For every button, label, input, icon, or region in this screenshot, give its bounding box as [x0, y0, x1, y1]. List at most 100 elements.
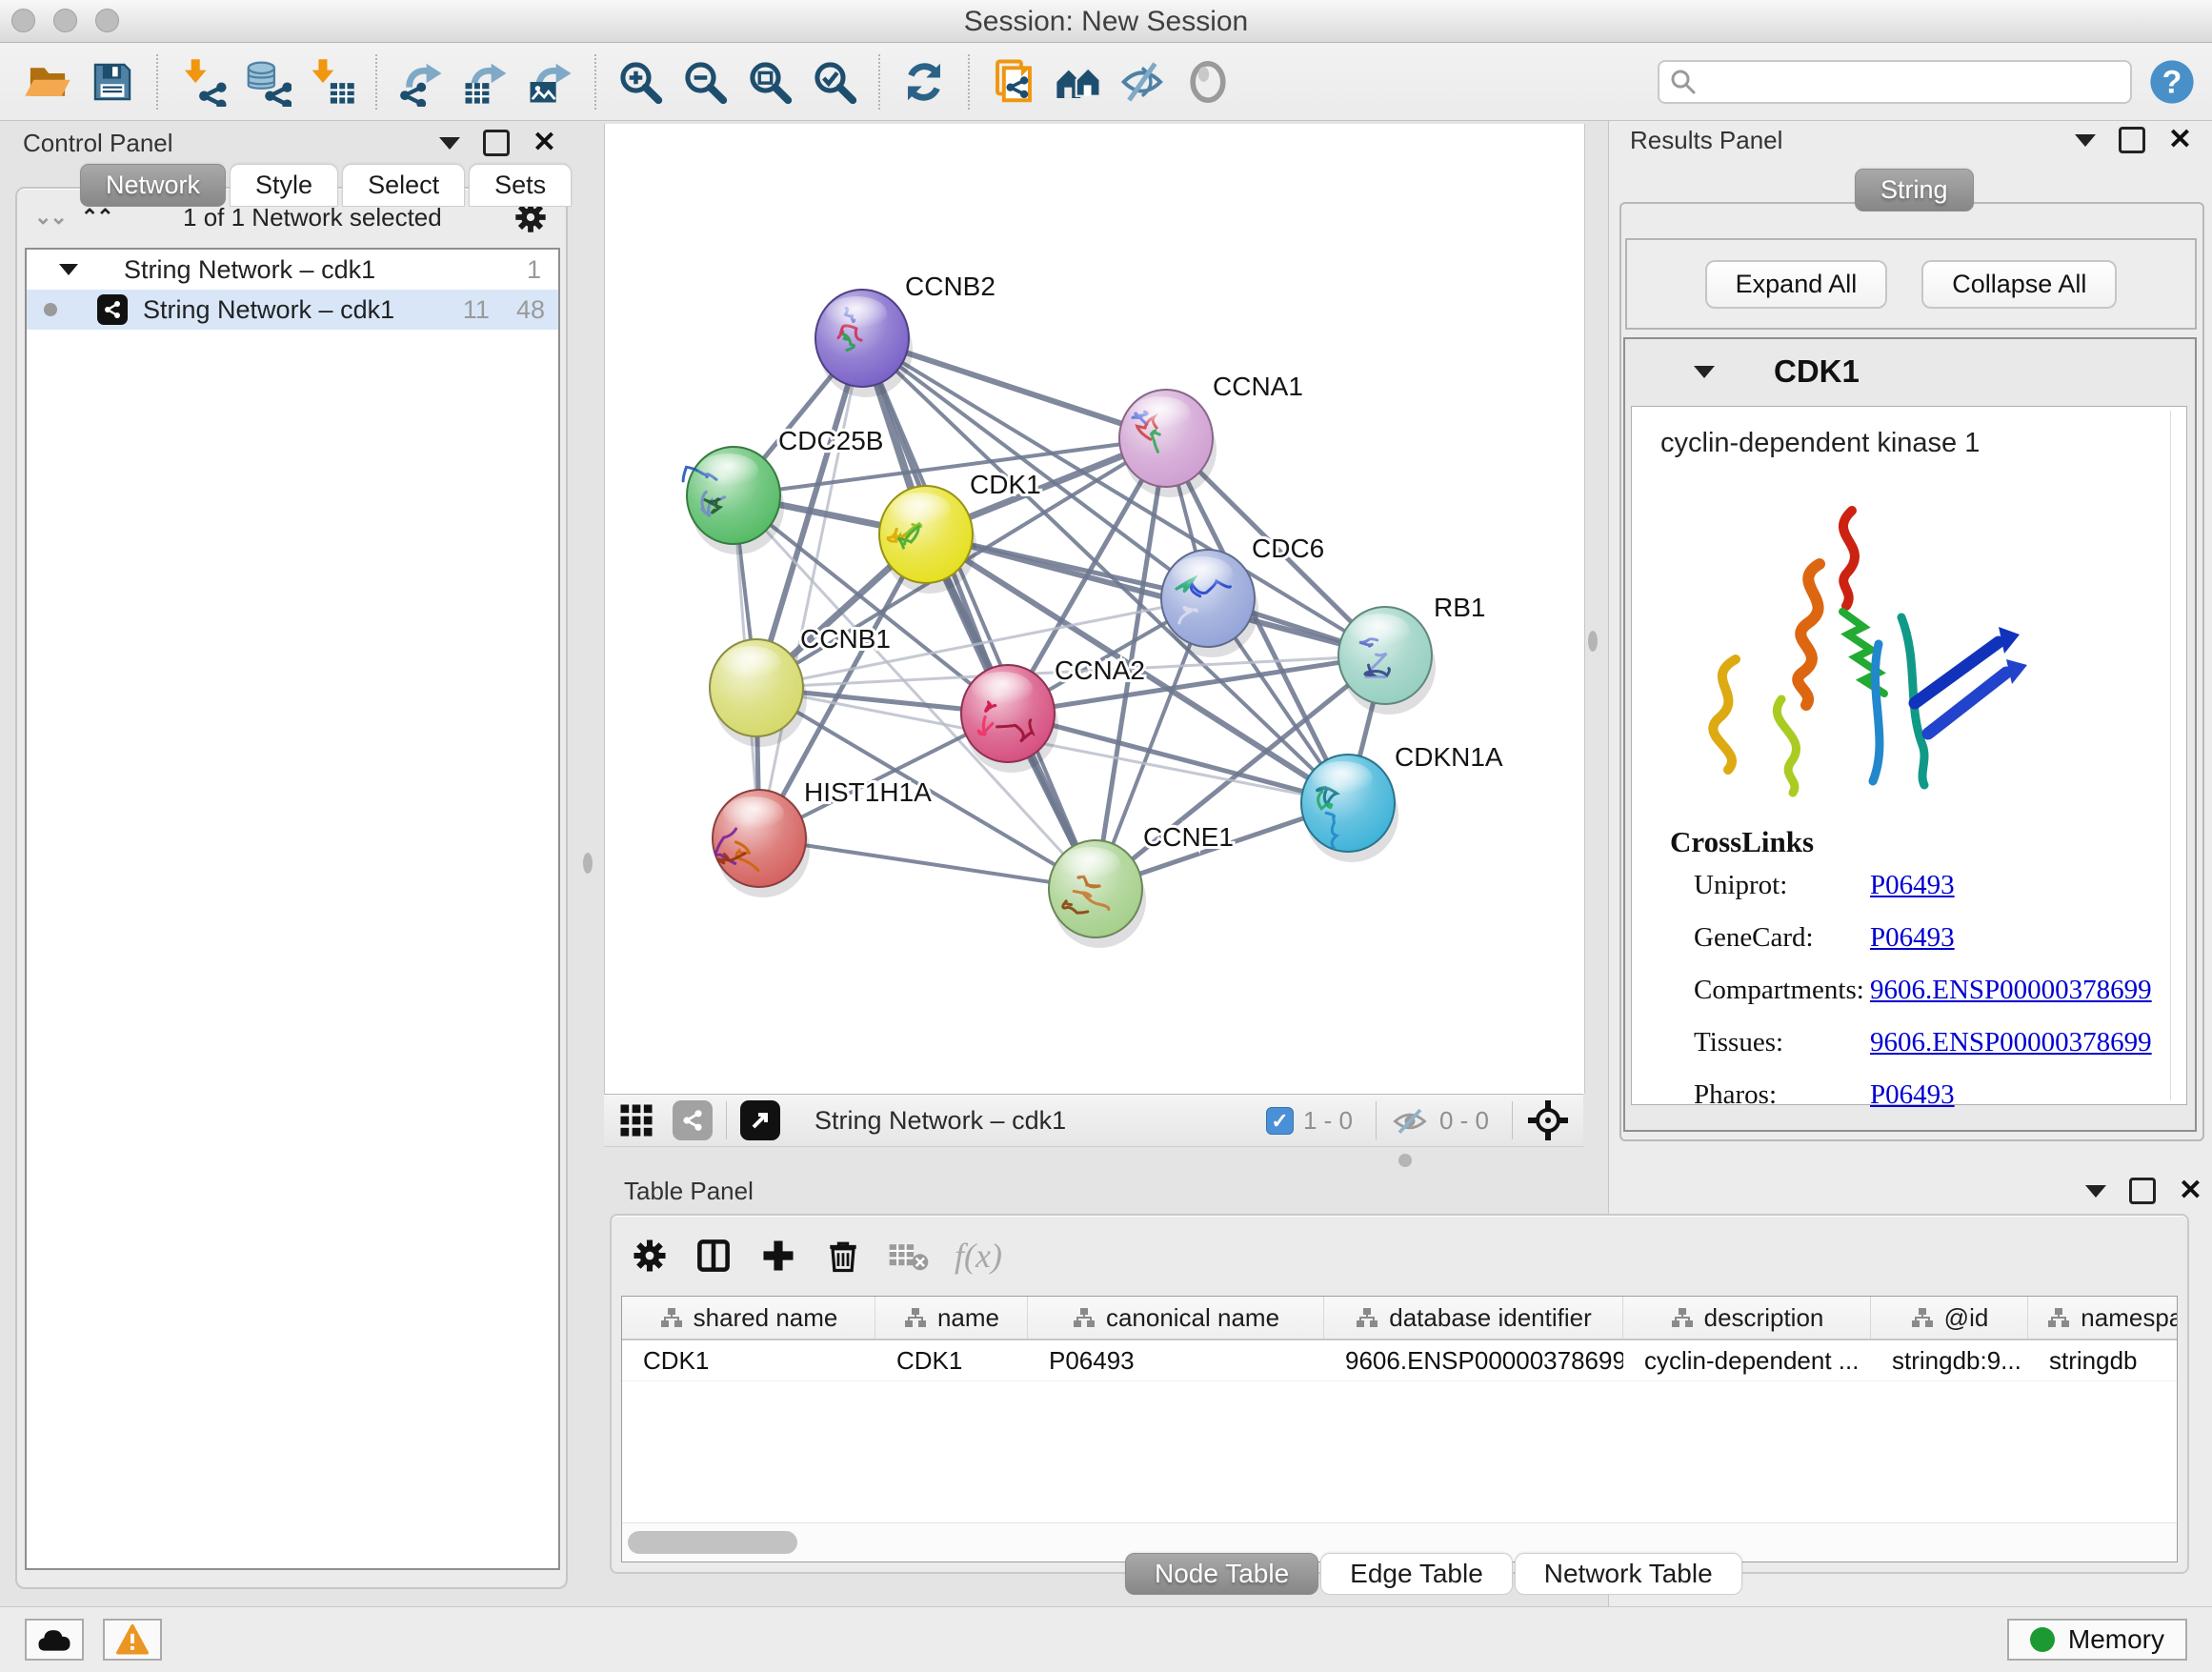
column-header-shared-name[interactable]: shared name: [622, 1297, 875, 1339]
string-network-icon: [97, 294, 128, 325]
crosslink-link[interactable]: 9606.ENSP00000378699: [1870, 1027, 2152, 1058]
network-canvas[interactable]: CCNB2CCNA1CDC25BCDK1CDC6RB1CCNB1CCNA2CDK…: [604, 124, 1585, 1094]
network-node-CDK1[interactable]: [879, 486, 976, 594]
column-label: name: [937, 1303, 999, 1333]
crosslink-link[interactable]: P06493: [1870, 870, 1955, 901]
hide-graphics-details-icon[interactable]: [1117, 56, 1169, 108]
results-scrollbar[interactable]: [2170, 411, 2182, 1100]
expand-all-button[interactable]: Expand All: [1705, 260, 1888, 309]
panel-menu-icon[interactable]: [439, 137, 460, 150]
column-header-name[interactable]: name: [875, 1297, 1028, 1339]
import-network-from-database-icon[interactable]: [241, 56, 292, 108]
results-menu-icon[interactable]: [2075, 134, 2096, 147]
column-header-database-identifier[interactable]: database identifier: [1324, 1297, 1623, 1339]
grid-view-icon[interactable]: [617, 1101, 655, 1139]
scrollbar-thumb[interactable]: [628, 1531, 797, 1554]
gene-collapse-icon[interactable]: [1694, 366, 1715, 378]
tab-network[interactable]: Network: [80, 164, 226, 207]
tab-edge-table[interactable]: Edge Table: [1320, 1553, 1513, 1595]
save-session-icon[interactable]: [87, 56, 138, 108]
birdseye-view-icon[interactable]: [1526, 1098, 1570, 1142]
tab-string[interactable]: String: [1855, 169, 1974, 212]
export-network-icon[interactable]: [395, 56, 447, 108]
export-table-icon[interactable]: [460, 56, 512, 108]
collapse-all-button[interactable]: Collapse All: [1921, 260, 2117, 309]
selected-checkbox-icon[interactable]: ✓: [1266, 1107, 1294, 1135]
import-network-icon[interactable]: [176, 56, 228, 108]
hidden-eye-icon[interactable]: [1390, 1100, 1430, 1140]
network-node-CCNA2[interactable]: [961, 665, 1058, 773]
column-header-description[interactable]: description: [1623, 1297, 1871, 1339]
network-node-RB1[interactable]: [1338, 607, 1436, 715]
function-builder-icon[interactable]: f(x): [955, 1236, 1002, 1276]
crosslink-link[interactable]: P06493: [1870, 1079, 1955, 1111]
node-label-CCNA1: CCNA1: [1213, 372, 1303, 401]
show-home-icon[interactable]: [1053, 56, 1104, 108]
help-button[interactable]: ?: [2147, 57, 2197, 107]
crosslink-link[interactable]: P06493: [1870, 922, 1955, 954]
zoom-selected-icon[interactable]: [809, 56, 860, 108]
network-row[interactable]: String Network – cdk1 11 48: [27, 290, 558, 330]
network-panel: ⌄⌄ ⌃⌃ 1 of 1 Network selected String Net…: [15, 187, 568, 1589]
bottom-splitter-handle[interactable]: [1398, 1154, 1412, 1167]
network-edge[interactable]: [759, 338, 862, 838]
fit-content-icon[interactable]: [744, 56, 795, 108]
node-label-CDC25B: CDC25B: [778, 426, 883, 455]
open-session-icon[interactable]: [22, 56, 73, 108]
network-node-CDC25B[interactable]: [683, 447, 784, 554]
float-panel-icon[interactable]: [483, 130, 510, 156]
tab-sets[interactable]: Sets: [469, 164, 572, 207]
collection-expand-icon[interactable]: [59, 264, 78, 275]
tab-select[interactable]: Select: [342, 164, 465, 207]
tab-node-table[interactable]: Node Table: [1125, 1553, 1318, 1595]
gene-section-header[interactable]: CDK1: [1625, 339, 2195, 404]
control-panel: Control Panel ✕ NetworkStyleSelectSets ⌄…: [10, 126, 570, 1595]
search-box[interactable]: [1658, 60, 2132, 104]
show-graphics-details-icon[interactable]: [1182, 56, 1234, 108]
network-node-CCNE1[interactable]: [1049, 840, 1146, 948]
table-panel-header: Table Panel ✕: [616, 1170, 2212, 1212]
collapse-all-icon[interactable]: ⌄⌄: [34, 205, 66, 230]
column-header-namespace[interactable]: namespace: [2028, 1297, 2178, 1339]
collection-label: String Network – cdk1: [124, 255, 375, 285]
expand-all-icon[interactable]: ⌃⌃: [81, 205, 112, 230]
network-node-CCNA1[interactable]: [1119, 390, 1217, 497]
network-node-CDC6[interactable]: [1161, 550, 1258, 657]
close-panel-icon[interactable]: ✕: [533, 132, 556, 153]
show-column-icon[interactable]: [694, 1236, 734, 1276]
string-view-icon[interactable]: [673, 1100, 713, 1140]
network-node-HIST1H1A[interactable]: [713, 790, 810, 897]
results-close-icon[interactable]: ✕: [2168, 130, 2192, 151]
table-close-icon[interactable]: ✕: [2179, 1180, 2202, 1201]
network-edge[interactable]: [759, 838, 1096, 889]
column-header-canonical-name[interactable]: canonical name: [1028, 1297, 1324, 1339]
tab-style[interactable]: Style: [230, 164, 338, 207]
import-table-icon[interactable]: [306, 56, 357, 108]
zoom-in-icon[interactable]: [614, 56, 666, 108]
results-float-icon[interactable]: [2119, 127, 2145, 153]
memory-button[interactable]: Memory: [2007, 1619, 2187, 1661]
detach-view-icon[interactable]: [740, 1100, 780, 1140]
crosslink-link[interactable]: 9606.ENSP00000378699: [1870, 975, 2152, 1006]
left-splitter-handle[interactable]: [583, 853, 593, 874]
refresh-view-icon[interactable]: [898, 56, 950, 108]
delete-table-icon[interactable]: [888, 1239, 930, 1272]
network-node-CDKN1A[interactable]: [1301, 755, 1398, 862]
cloud-button[interactable]: [25, 1619, 84, 1661]
export-image-icon[interactable]: [525, 56, 576, 108]
table-gear-icon[interactable]: [631, 1237, 669, 1275]
new-network-from-selection-icon[interactable]: [988, 56, 1039, 108]
search-input[interactable]: [1698, 66, 2121, 97]
warning-button[interactable]: [103, 1619, 162, 1661]
right-splitter-handle[interactable]: [1588, 631, 1598, 652]
create-column-icon[interactable]: [758, 1236, 798, 1276]
column-header-at-id[interactable]: @id: [1871, 1297, 2028, 1339]
network-node-CCNB1[interactable]: [710, 639, 807, 747]
delete-column-icon[interactable]: [823, 1236, 863, 1276]
network-collection-row[interactable]: String Network – cdk1 1: [27, 250, 558, 290]
tab-network-table[interactable]: Network Table: [1515, 1553, 1742, 1595]
table-row[interactable]: CDK1CDK1P064939606.ENSP00000378699cyclin…: [622, 1340, 2177, 1381]
table-menu-icon[interactable]: [2085, 1185, 2106, 1198]
table-float-icon[interactable]: [2129, 1178, 2156, 1204]
zoom-out-icon[interactable]: [679, 56, 731, 108]
